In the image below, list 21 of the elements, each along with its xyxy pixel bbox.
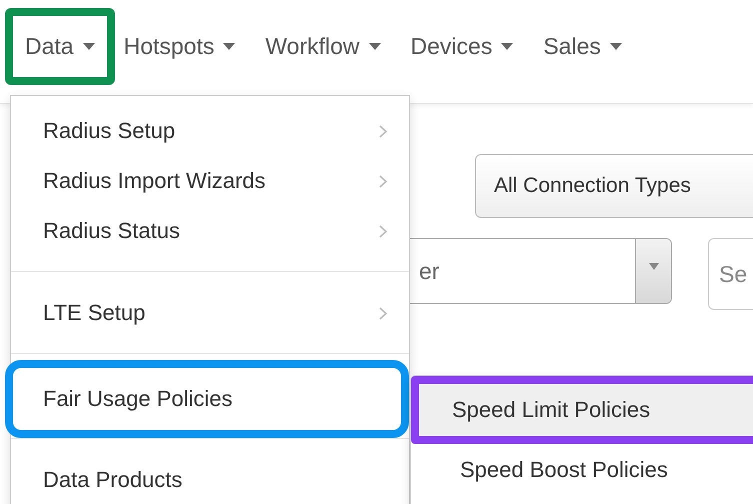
nav-menu[interactable]: Data <box>5 8 115 85</box>
submenu-item[interactable]: Speed Limit Policies <box>411 376 753 444</box>
menu-item[interactable]: Radius Setup <box>11 106 409 156</box>
menu-item[interactable]: Data Products <box>11 455 409 504</box>
submenu-item[interactable]: Speed Boost Policies <box>411 444 753 496</box>
caret-icon <box>82 43 95 50</box>
caret-icon <box>368 43 381 50</box>
caret-icon <box>223 43 236 50</box>
caret-icon <box>501 43 514 50</box>
menu-item-label: Data Products <box>43 467 184 493</box>
menu-item-label: Fair Usage Policies <box>43 386 234 412</box>
connection-type-select[interactable]: All Connection Types <box>475 154 753 218</box>
menu-item-label: Radius Import Wizards <box>43 168 267 194</box>
menu-item-label: LTE Setup <box>43 300 146 326</box>
search-field[interactable]: Se <box>708 238 753 310</box>
menu-item-label: Radius Status <box>43 218 181 244</box>
menu-item-label: Radius Setup <box>43 118 176 144</box>
menu-item[interactable]: Fair Usage Policies <box>19 374 395 424</box>
caret-icon <box>648 263 658 270</box>
menu-item[interactable]: Radius Import Wizards <box>11 156 409 206</box>
caret-icon <box>610 43 622 50</box>
